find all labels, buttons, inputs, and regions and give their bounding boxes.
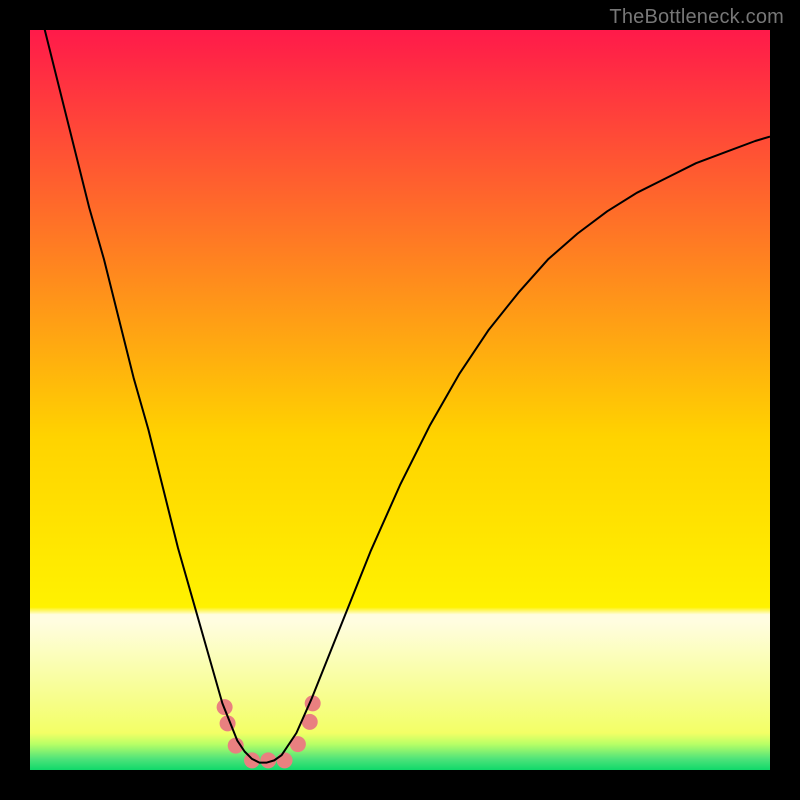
bottom-marks-group [217, 695, 321, 768]
curve-layer [30, 30, 770, 770]
bottom-mark [244, 752, 260, 768]
plot-area [30, 30, 770, 770]
bottom-mark [277, 752, 293, 768]
chart-frame: TheBottleneck.com [0, 0, 800, 800]
bottleneck-curve [30, 30, 770, 763]
watermark-text: TheBottleneck.com [609, 6, 784, 29]
